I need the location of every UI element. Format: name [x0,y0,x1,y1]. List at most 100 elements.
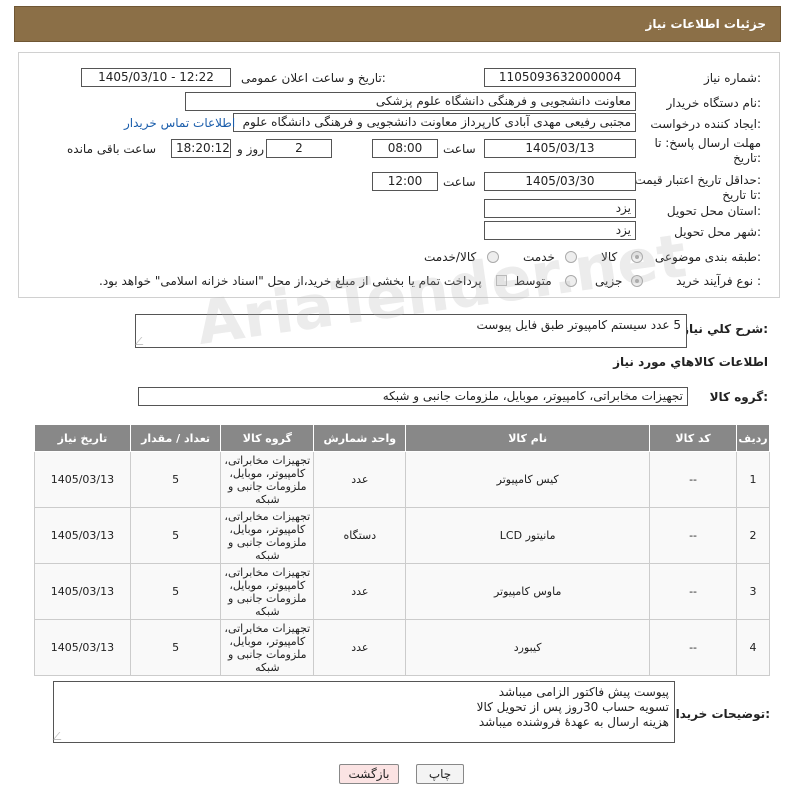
deadline-time-field[interactable]: 08:00 [372,139,438,158]
announce-field[interactable]: 1405/03/10 - 12:22 [81,68,231,87]
resize-grip-icon[interactable] [52,732,68,740]
process-radio-medium[interactable] [565,275,577,287]
print-button[interactable]: چاپ [416,764,464,784]
cell-group: تجهیزات مخابراتی، کامپیوتر، موبایل، ملزو… [220,507,315,564]
goods-info-heading: اطلاعات کالاهاي مورد نياز [613,355,768,369]
need-number-label: شماره نیاز: [703,71,761,85]
col-name: نام کالا [405,424,651,452]
cell-row: 3 [736,563,770,620]
price-validity-label-date: تا تاریخ: [722,188,761,202]
col-qty: تعداد / مقدار [129,424,222,452]
items-table: ردیف کد کالا نام کالا واحد شمارش گروه کا… [34,424,770,676]
category-radio-both[interactable] [487,251,499,263]
goods-group-field[interactable]: تجهیزات مخابراتی، کامپیوتر، موبایل، ملزو… [138,387,688,406]
col-group: گروه کالا [220,424,315,452]
cell-qty: 5 [129,451,222,508]
cell-date: 1405/03/13 [34,451,131,508]
cell-qty: 5 [129,619,222,676]
need-number-field[interactable]: 1105093632000004 [484,68,636,87]
cell-unit: عدد [313,563,407,620]
col-row: ردیف [736,424,770,452]
category-option-both: کالا/خدمت [424,250,477,264]
table-row[interactable]: 1 -- کیس کامپیوتر عدد تجهیزات مخابراتی، … [34,451,770,508]
cell-row: 2 [736,507,770,564]
cell-name: کیبورد [405,619,651,676]
price-date-field[interactable]: 1405/03/30 [484,172,636,191]
table-row[interactable]: 2 -- مانیتور LCD دستگاه تجهیزات مخابراتی… [34,507,770,564]
cell-unit: دستگاه [313,507,407,564]
col-unit: واحد شمارش [313,424,407,452]
category-option-goods: کالا [601,250,618,264]
cell-group: تجهیزات مخابراتی، کامپیوتر، موبایل، ملزو… [220,619,315,676]
process-radio-minor[interactable] [631,275,643,287]
summary-label: شرح کلي نياز: [682,322,768,336]
cell-unit: عدد [313,451,407,508]
goods-group-label: گروه کالا: [709,390,768,404]
buyer-org-field[interactable]: معاونت دانشجویی و فرهنگی دانشگاه علوم پز… [185,92,636,111]
page-title: جزئیات اطلاعات نیاز [645,17,766,31]
col-code: کد کالا [649,424,738,452]
cell-qty: 5 [129,563,222,620]
buyer-notes-label: توضیحات خریدار: [668,707,770,721]
cell-name: مانیتور LCD [405,507,651,564]
remaining-time-field[interactable]: 18:20:12 [171,139,231,158]
category-label: طبقه بندی موضوعی: [654,250,761,264]
buyer-note-line: پیوست پیش فاکتور الزامی میباشد [498,685,669,699]
back-button[interactable]: بازگشت [339,764,399,784]
days-label: روز و [237,142,264,156]
announce-label: تاریخ و ساعت اعلان عمومی: [241,71,386,85]
days-remaining-field[interactable]: 2 [266,139,332,158]
table-row[interactable]: 4 -- کیبورد عدد تجهیزات مخابراتی، کامپیو… [34,619,770,676]
remaining-label: ساعت باقی مانده [67,142,157,156]
table-header-row: ردیف کد کالا نام کالا واحد شمارش گروه کا… [34,424,770,452]
process-label: نوع فرآیند خرید : [676,274,761,288]
cell-row: 4 [736,619,770,676]
cell-code: -- [649,507,738,564]
buyer-notes-textarea[interactable]: پیوست پیش فاکتور الزامی میباشد تسویه حسا… [52,681,675,743]
cell-group: تجهیزات مخابراتی، کامپیوتر، موبایل، ملزو… [220,563,315,620]
cell-row: 1 [736,451,770,508]
payment-note: پرداخت تمام یا بخشی از مبلغ خرید،از محل … [99,274,482,288]
buyer-note-line: هزینه ارسال به عهدهٔ فروشنده میباشد [478,715,669,729]
city-label: شهر محل تحویل: [674,225,761,239]
creator-label: ایجاد کننده درخواست: [650,117,761,131]
table-row[interactable]: 3 -- ماوس کامپیوتر عدد تجهیزات مخابراتی،… [34,563,770,620]
col-date: تاریخ نیاز [34,424,131,452]
treasury-checkbox[interactable] [496,275,507,286]
process-option-medium: متوسط [514,274,552,288]
buyer-org-label: نام دستگاه خریدار: [666,96,762,110]
price-time-label: ساعت [443,175,476,189]
cell-code: -- [649,619,738,676]
deadline-label: مهلت ارسال پاسخ: تا [654,136,761,150]
process-option-minor: جزیی [595,274,623,288]
category-option-service: خدمت [523,250,555,264]
cell-code: -- [649,563,738,620]
cell-qty: 5 [129,507,222,564]
price-time-field[interactable]: 12:00 [372,172,438,191]
resize-grip-icon[interactable] [134,337,150,345]
category-radio-goods[interactable] [631,251,643,263]
cell-code: -- [649,451,738,508]
buyer-note-line: تسویه حساب 30روز پس از تحویل کالا [476,700,669,714]
cell-name: کیس کامپیوتر [405,451,651,508]
deadline-date-field[interactable]: 1405/03/13 [484,139,636,158]
deadline-label-date: تاریخ: [733,151,761,165]
category-radio-service[interactable] [565,251,577,263]
city-field[interactable]: یزد [484,221,636,240]
cell-group: تجهیزات مخابراتی، کامپیوتر، موبایل، ملزو… [220,451,315,508]
summary-text: 5 عدد سیستم کامپیوتر طبق فایل پیوست [476,318,681,332]
creator-field[interactable]: مجتبی رفیعی مهدی آبادی کارپرداز معاونت د… [233,113,636,132]
cell-date: 1405/03/13 [34,619,131,676]
buyer-contact-link[interactable]: اطلاعات تماس خریدار [124,116,235,130]
province-label: استان محل تحویل: [666,204,761,218]
cell-date: 1405/03/13 [34,563,131,620]
cell-unit: عدد [313,619,407,676]
province-field[interactable]: یزد [484,199,636,218]
deadline-time-label: ساعت [443,142,476,156]
need-details-panel: شماره نیاز: 1105093632000004 تاریخ و ساع… [18,52,780,298]
cell-name: ماوس کامپیوتر [405,563,651,620]
summary-textarea[interactable]: 5 عدد سیستم کامپیوتر طبق فایل پیوست [134,314,687,348]
price-validity-label: حداقل تاریخ اعتبار قیمت: [634,173,761,187]
page-header: جزئیات اطلاعات نیاز [14,6,781,42]
cell-date: 1405/03/13 [34,507,131,564]
